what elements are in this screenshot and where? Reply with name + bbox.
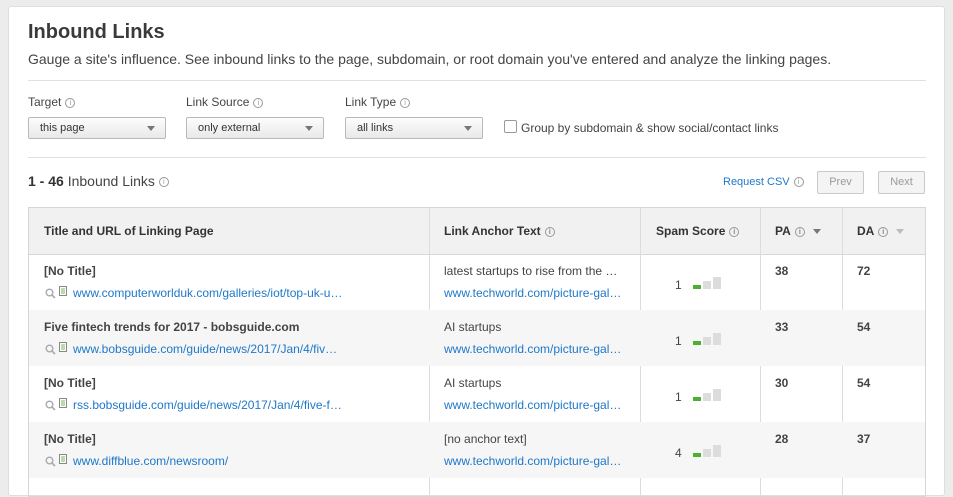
spam-bar	[693, 341, 701, 345]
search-icon[interactable]	[45, 344, 56, 355]
chevron-down-icon	[305, 126, 313, 131]
spam-bar	[703, 337, 711, 345]
anchor-text: latest startups to rise from the …	[444, 264, 618, 278]
anchor-target-url[interactable]: www.techworld.com/picture-gal…	[444, 398, 621, 412]
linking-page-title: [No Title]	[44, 264, 96, 278]
inbound-links-panel: Inbound Links Gauge a site's influence. …	[8, 6, 945, 497]
table-row: [No Title] www.computerworlduk.com/galler…	[29, 254, 925, 310]
info-icon[interactable]: i	[544, 226, 555, 237]
spam-score-bars	[693, 445, 721, 457]
spam-bar	[703, 449, 711, 457]
page-title: Inbound Links	[28, 21, 165, 43]
anchor-text: AI startups	[444, 376, 502, 390]
page-authority-value: 30	[775, 376, 789, 390]
info-icon[interactable]: i	[253, 97, 264, 108]
page-authority-value: 28	[775, 432, 789, 446]
info-icon[interactable]: i	[729, 226, 740, 237]
domain-authority-value: 37	[857, 432, 871, 446]
info-icon[interactable]: i	[65, 97, 76, 108]
spam-bar	[693, 285, 701, 289]
domain-authority-value: 54	[857, 376, 871, 390]
target-label: Target i	[28, 95, 76, 109]
linking-page-title: Five fintech trends for 2017 - bobsguide…	[44, 320, 300, 334]
spam-score-value: 1	[675, 334, 682, 348]
sort-desc-icon[interactable]	[812, 229, 821, 235]
results-count: 1 - 46 Inbound Links i	[28, 173, 169, 189]
next-button[interactable]: Next	[878, 171, 925, 194]
inbound-links-table: Title and URL of Linking Page Link Ancho…	[28, 207, 926, 497]
domain-authority-value: 72	[857, 264, 871, 278]
group-by-subdomain-label[interactable]: Group by subdomain & show social/contact…	[521, 121, 778, 135]
anchor-target-url[interactable]: www.techworld.com/picture-gal…	[444, 342, 621, 356]
page-subtitle: Gauge a site's influence. See inbound li…	[28, 51, 832, 67]
spam-score-value: 4	[675, 446, 682, 460]
spam-bar	[713, 333, 721, 345]
spam-bar	[693, 453, 701, 457]
spam-bar	[693, 397, 701, 401]
page-icon[interactable]	[59, 454, 67, 464]
spam-bar	[713, 277, 721, 289]
sort-desc-icon[interactable]	[896, 229, 905, 235]
link-source-select[interactable]: only external	[186, 117, 324, 139]
spam-bar	[713, 445, 721, 457]
linking-page-url[interactable]: rss.bobsguide.com/guide/news/2017/Jan/4/…	[73, 398, 342, 412]
info-icon[interactable]: i	[793, 177, 804, 188]
domain-authority-value: 54	[857, 320, 871, 334]
info-icon[interactable]: i	[794, 226, 805, 237]
prev-button[interactable]: Prev	[817, 171, 864, 194]
chevron-down-icon	[464, 126, 472, 131]
page-icon[interactable]	[59, 342, 67, 352]
column-anchor-text: Link Anchor Text i	[444, 208, 555, 254]
info-icon[interactable]: i	[400, 97, 411, 108]
search-icon[interactable]	[45, 288, 56, 299]
page-icon[interactable]	[59, 398, 67, 408]
column-title-url: Title and URL of Linking Page	[44, 224, 214, 238]
linking-page-url[interactable]: www.diffblue.com/newsroom/	[73, 454, 228, 468]
link-type-select[interactable]: all links	[345, 117, 483, 139]
anchor-target-url[interactable]: www.techworld.com/picture-gal…	[444, 286, 621, 300]
search-icon[interactable]	[45, 400, 56, 411]
info-icon[interactable]: i	[878, 226, 889, 237]
request-csv-link[interactable]: Request CSV i	[723, 176, 804, 188]
column-da[interactable]: DA i	[857, 208, 905, 254]
target-select[interactable]: this page	[28, 117, 166, 139]
linking-page-title: [No Title]	[44, 376, 96, 390]
anchor-text: AI startups	[444, 320, 502, 334]
linking-page-url[interactable]: www.computerworlduk.com/galleries/iot/to…	[73, 286, 342, 300]
spam-bar	[713, 389, 721, 401]
page-icon[interactable]	[59, 286, 67, 296]
table-row: Five fintech trends for 2017 - bobsguide…	[29, 310, 925, 366]
anchor-target-url[interactable]: www.techworld.com/picture-gal…	[444, 454, 621, 468]
link-type-label: Link Type i	[345, 95, 411, 109]
divider	[28, 80, 926, 81]
table-row: [No Title] www.diffblue.com/newsroom/ [no …	[29, 422, 925, 478]
divider	[28, 157, 926, 158]
group-by-subdomain-checkbox[interactable]	[504, 120, 517, 133]
column-pa[interactable]: PA i	[775, 208, 821, 254]
page-authority-value: 38	[775, 264, 789, 278]
spam-score-bars	[693, 277, 721, 289]
table-header: Title and URL of Linking Page Link Ancho…	[29, 208, 925, 255]
spam-score-value: 1	[675, 278, 682, 292]
anchor-text: [no anchor text]	[444, 432, 527, 446]
spam-score-bars	[693, 389, 721, 401]
info-icon[interactable]: i	[158, 177, 169, 188]
page-authority-value: 33	[775, 320, 789, 334]
linking-page-url[interactable]: www.bobsguide.com/guide/news/2017/Jan/4/…	[73, 342, 337, 356]
linking-page-title: [No Title]	[44, 432, 96, 446]
table-row: [No Title] rss.bobsguide.com/guide/news/2…	[29, 366, 925, 422]
search-icon[interactable]	[45, 456, 56, 467]
chevron-down-icon	[147, 126, 155, 131]
spam-bar	[703, 393, 711, 401]
spam-score-value: 1	[675, 390, 682, 404]
spam-score-bars	[693, 333, 721, 345]
link-source-label: Link Source i	[186, 95, 264, 109]
spam-bar	[703, 281, 711, 289]
column-spam-score: Spam Score i	[656, 208, 740, 254]
